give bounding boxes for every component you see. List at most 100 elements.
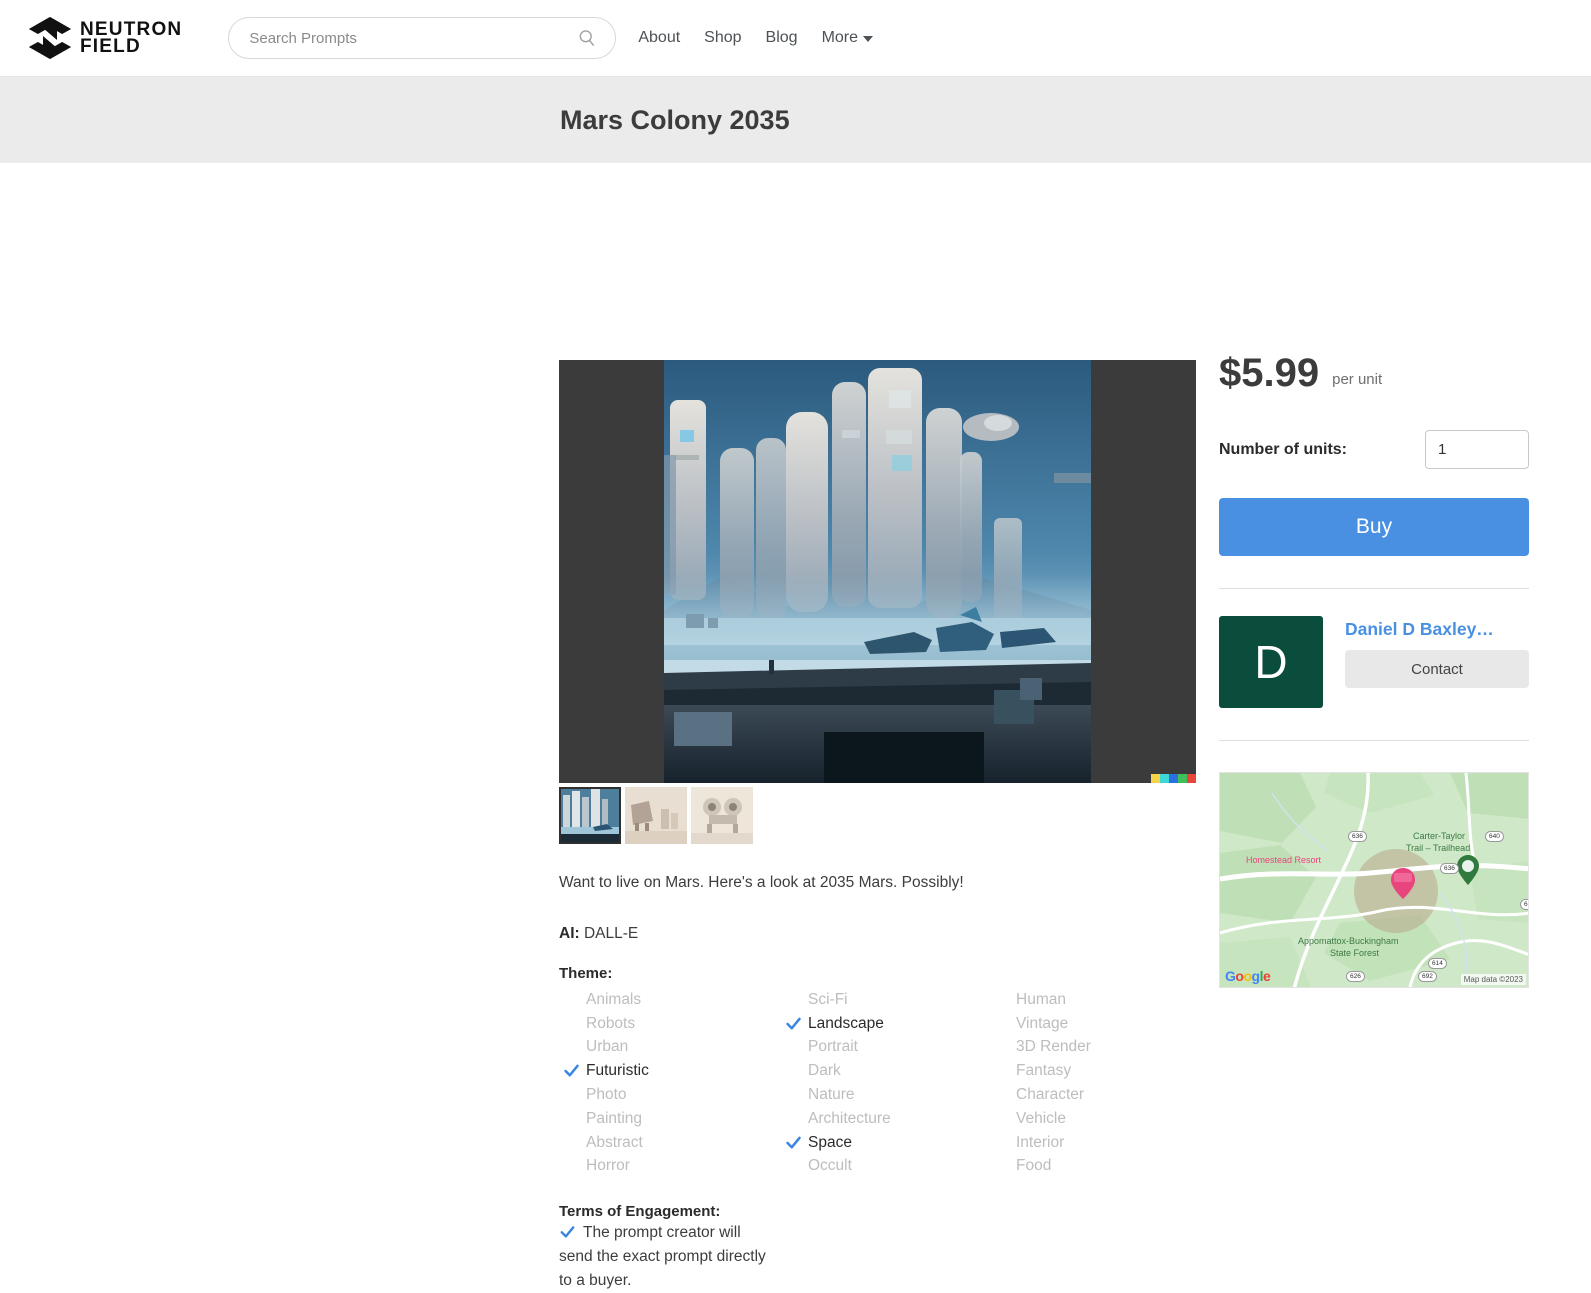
nav-item-more[interactable]: More (822, 29, 873, 47)
theme-label: Painting (586, 1110, 642, 1128)
thumbnail-image (691, 787, 753, 844)
logo[interactable]: NEUTRON FIELD (26, 14, 182, 62)
site-header: NEUTRON FIELD About Shop Blog More (0, 0, 1591, 77)
theme-item-nature[interactable]: Nature (781, 1083, 989, 1107)
theme-label: Sci-Fi (808, 991, 848, 1009)
theme-item-vintage[interactable]: Vintage (989, 1012, 1196, 1036)
thumbnail-strip (559, 787, 1196, 844)
main-product-image (664, 360, 1091, 783)
theme-item-space[interactable]: Space (781, 1131, 989, 1155)
theme-item-character[interactable]: Character (989, 1083, 1196, 1107)
map-shield-614: 614 (1428, 958, 1447, 969)
ai-model-line: AI: DALL-E (559, 925, 1196, 943)
theme-item-futuristic[interactable]: Futuristic (559, 1059, 781, 1083)
theme-column-1: Sci-Fi Landscape Portrait Dark Nature Ar… (781, 988, 989, 1178)
thumbnail-image (559, 787, 621, 844)
google-logo: Google (1225, 968, 1270, 984)
theme-label: Horror (586, 1157, 630, 1175)
search-bar[interactable] (228, 17, 616, 59)
theme-item-sci-fi[interactable]: Sci-Fi (781, 988, 989, 1012)
map-shield-636a: 636 (1348, 831, 1367, 842)
thumbnail-1[interactable] (625, 787, 687, 844)
page-body: Want to live on Mars. Here's a look at 2… (0, 163, 1591, 1142)
theme-item-interior[interactable]: Interior (989, 1131, 1196, 1155)
theme-item-vehicle[interactable]: Vehicle (989, 1107, 1196, 1131)
theme-label: Fantasy (1016, 1062, 1071, 1080)
thumbnail-0[interactable] (559, 787, 621, 844)
price: $5.99 (1219, 353, 1319, 393)
search-icon[interactable] (577, 28, 597, 48)
theme-item-abstract[interactable]: Abstract (559, 1131, 781, 1155)
terms-text: The prompt creator will send the exact p… (559, 1224, 766, 1289)
theme-item-fantasy[interactable]: Fantasy (989, 1059, 1196, 1083)
theme-label: Nature (808, 1086, 855, 1104)
theme-item-architecture[interactable]: Architecture (781, 1107, 989, 1131)
nav-label: About (638, 29, 680, 47)
map-shield-626: 626 (1346, 971, 1365, 982)
theme-label: Portrait (808, 1038, 858, 1056)
map-attribution: Map data ©2023 (1461, 974, 1526, 985)
contact-button[interactable]: Contact (1345, 650, 1529, 688)
theme-label: Photo (586, 1086, 627, 1104)
map-label-carter-taylor: Carter-Taylor (1413, 831, 1465, 841)
theme-label: 3D Render (1016, 1038, 1091, 1056)
theme-item-horror[interactable]: Horror (559, 1155, 781, 1179)
divider-top (1219, 588, 1529, 589)
map-label-trailhead: Trail – Trailhead (1406, 843, 1470, 853)
checkmark-icon (563, 1063, 580, 1080)
theme-item-human[interactable]: Human (989, 988, 1196, 1012)
units-input[interactable] (1425, 430, 1529, 469)
theme-column-2: Human Vintage 3D Render Fantasy Characte… (989, 988, 1196, 1178)
theme-column-0: Animals Robots Urban Futuristic Photo Pa… (559, 988, 781, 1178)
theme-label: Landscape (808, 1015, 884, 1033)
theme-item-landscape[interactable]: Landscape (781, 1012, 989, 1036)
theme-item-urban[interactable]: Urban (559, 1036, 781, 1060)
product-detail-column: Want to live on Mars. Here's a look at 2… (559, 360, 1196, 1293)
theme-item-3d-render[interactable]: 3D Render (989, 1036, 1196, 1060)
search-input[interactable] (247, 29, 577, 48)
buy-button[interactable]: Buy (1219, 498, 1529, 556)
nav-item-blog[interactable]: Blog (766, 29, 798, 47)
product-description: Want to live on Mars. Here's a look at 2… (559, 874, 1196, 892)
map-shield-640: 640 (1485, 831, 1504, 842)
theme-label: Character (1016, 1086, 1084, 1104)
theme-label: Interior (1016, 1134, 1064, 1152)
ai-label: AI: (559, 925, 580, 942)
theme-item-occult[interactable]: Occult (781, 1155, 989, 1179)
ai-value: DALL-E (584, 925, 638, 942)
theme-label: Vehicle (1016, 1110, 1066, 1128)
nav-item-about[interactable]: About (638, 29, 680, 47)
hexagon-n-logo-icon (26, 14, 74, 62)
thumbnail-2[interactable] (691, 787, 753, 844)
theme-label: Futuristic (586, 1062, 649, 1080)
page-title: Mars Colony 2035 (560, 105, 790, 136)
chevron-down-icon (863, 36, 873, 42)
theme-item-photo[interactable]: Photo (559, 1083, 781, 1107)
map-label-state-forest: State Forest (1330, 948, 1379, 958)
theme-label: Architecture (808, 1110, 891, 1128)
theme-item-robots[interactable]: Robots (559, 1012, 781, 1036)
avatar: D (1219, 616, 1323, 708)
location-map[interactable]: Homestead Resort Carter-Taylor Trail – T… (1219, 772, 1529, 988)
seller-name-link[interactable]: Daniel D Baxley… (1345, 619, 1529, 640)
checkmark-icon (559, 1225, 576, 1238)
mars-colony-artwork (664, 360, 1091, 783)
nav-item-shop[interactable]: Shop (704, 29, 741, 47)
theme-item-food[interactable]: Food (989, 1155, 1196, 1179)
divider-bottom (1219, 740, 1529, 741)
page-title-bar: Mars Colony 2035 (0, 77, 1591, 163)
nav-label: Blog (766, 29, 798, 47)
main-image-viewer[interactable] (559, 360, 1196, 783)
theme-label: Vintage (1016, 1015, 1068, 1033)
units-row: Number of units: (1219, 430, 1529, 469)
map-shield-692: 692 (1418, 971, 1437, 982)
theme-item-painting[interactable]: Painting (559, 1107, 781, 1131)
units-label: Number of units: (1219, 441, 1347, 459)
map-shield-617: 617 (1520, 899, 1529, 910)
theme-item-animals[interactable]: Animals (559, 988, 781, 1012)
theme-item-dark[interactable]: Dark (781, 1059, 989, 1083)
price-row: $5.99 per unit (1219, 353, 1529, 393)
purchase-sidebar: $5.99 per unit Number of units: Buy D Da… (1219, 353, 1529, 988)
theme-item-portrait[interactable]: Portrait (781, 1036, 989, 1060)
map-label-homestead-resort: Homestead Resort (1246, 855, 1321, 865)
